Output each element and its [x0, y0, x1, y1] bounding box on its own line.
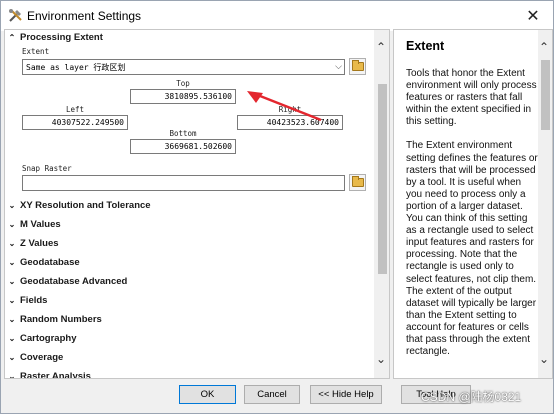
left-label: Left: [65, 105, 85, 114]
cancel-button[interactable]: Cancel: [244, 385, 300, 404]
watermark: CSDN @陆杨0321: [421, 390, 522, 404]
section-fields[interactable]: ⌄ Fields: [8, 295, 48, 306]
expand-chevron-icon: ⌄: [8, 315, 16, 324]
section-random-numbers[interactable]: ⌄ Random Numbers: [8, 314, 102, 325]
section-processing-extent[interactable]: ⌃ Processing Extent: [8, 32, 103, 43]
environment-settings-dialog: Environment Settings ✕ ⌃ Processing Exte…: [0, 0, 554, 414]
expand-chevron-icon: ⌄: [8, 277, 16, 286]
help-paragraph: Tools that honor the Extent environment …: [406, 68, 537, 128]
section-cartography[interactable]: ⌄ Cartography: [8, 333, 77, 344]
snap-raster-input[interactable]: [22, 175, 345, 191]
section-xy-resolution[interactable]: ⌄ XY Resolution and Tolerance: [8, 200, 151, 211]
settings-panel: ⌃ Processing Extent Extent Same as layer…: [4, 29, 390, 379]
bottom-input[interactable]: 3669681.502600: [130, 139, 236, 154]
section-raster-analysis[interactable]: ⌄ Raster Analysis: [8, 371, 91, 379]
close-button[interactable]: ✕: [513, 1, 553, 31]
expand-chevron-icon: ⌄: [8, 220, 16, 229]
section-z-values[interactable]: ⌄ Z Values: [8, 238, 59, 249]
right-input[interactable]: 40423523.607400: [237, 115, 343, 130]
scrollbar-thumb[interactable]: [541, 60, 550, 130]
section-coverage[interactable]: ⌄ Coverage: [8, 352, 64, 363]
expand-chevron-icon: ⌄: [8, 296, 16, 305]
extent-value: Same as layer 行政区划: [26, 63, 126, 72]
left-input[interactable]: 40307522.249500: [22, 115, 128, 130]
snap-raster-browse-button[interactable]: [349, 174, 366, 191]
extent-label: Extent: [22, 47, 50, 56]
folder-open-icon: [352, 60, 364, 71]
expand-chevron-icon: ⌄: [8, 201, 16, 210]
snap-raster-label: Snap Raster: [22, 164, 72, 173]
expand-chevron-icon: ⌄: [8, 258, 16, 267]
ok-button[interactable]: OK: [179, 385, 236, 404]
expand-chevron-icon: ⌄: [8, 334, 16, 343]
collapse-chevron-icon: ⌃: [8, 33, 16, 42]
help-panel: Extent Tools that honor the Extent envir…: [393, 29, 553, 379]
section-m-values[interactable]: ⌄ M Values: [8, 219, 61, 230]
section-geodatabase[interactable]: ⌄ Geodatabase: [8, 257, 80, 268]
extent-browse-button[interactable]: [349, 58, 366, 75]
expand-chevron-icon: ⌄: [8, 372, 16, 379]
folder-open-icon: [352, 176, 364, 187]
help-body: Tools that honor the Extent environment …: [406, 68, 538, 370]
scroll-up-icon[interactable]: ⌃: [376, 40, 386, 54]
section-title: Processing Extent: [20, 32, 103, 43]
window-title: Environment Settings: [27, 9, 142, 23]
expand-chevron-icon: ⌄: [8, 239, 16, 248]
chevron-down-icon: ⌵: [335, 61, 342, 71]
help-paragraph: The Extent environment setting defines t…: [406, 140, 538, 358]
close-icon: ✕: [526, 8, 540, 25]
top-input[interactable]: 3810895.536100: [130, 89, 236, 104]
help-scrollbar[interactable]: ⌃ ⌄: [538, 30, 552, 378]
right-label: Right: [278, 105, 302, 114]
top-label: Top: [176, 79, 190, 88]
tools-icon: [9, 9, 22, 22]
scroll-down-icon[interactable]: ⌄: [539, 352, 549, 366]
expand-chevron-icon: ⌄: [8, 353, 16, 362]
section-geodatabase-advanced[interactable]: ⌄ Geodatabase Advanced: [8, 276, 128, 287]
help-title: Extent: [406, 39, 445, 53]
extent-combobox[interactable]: Same as layer 行政区划 ⌵: [22, 59, 345, 75]
scroll-up-icon[interactable]: ⌃: [539, 40, 549, 54]
scroll-down-icon[interactable]: ⌄: [376, 352, 386, 366]
scrollbar-thumb[interactable]: [378, 84, 387, 274]
settings-scrollbar[interactable]: ⌃ ⌄: [374, 30, 389, 378]
bottom-label: Bottom: [169, 129, 197, 138]
hide-help-button[interactable]: << Hide Help: [310, 385, 382, 404]
title-bar: Environment Settings ✕: [1, 1, 553, 31]
